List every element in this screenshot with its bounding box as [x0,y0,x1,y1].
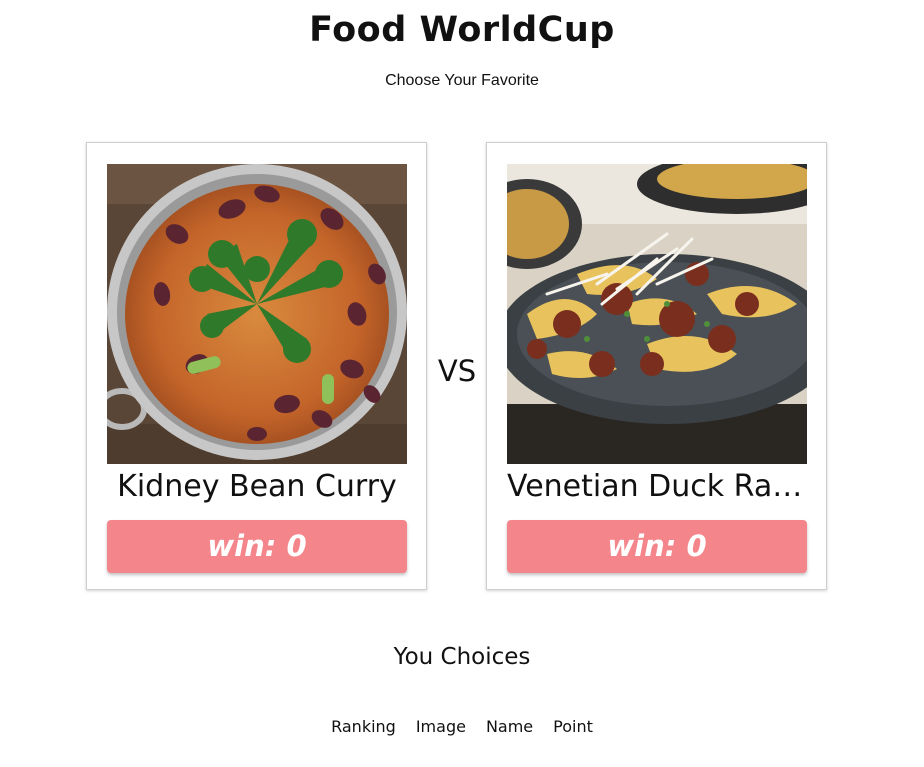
page: Food WorldCup Choose Your Favorite Kidne… [0,0,924,767]
choices-heading: You Choices [393,644,531,670]
column-point: Point [553,717,593,736]
page-title: Food WorldCup [309,10,615,50]
curry-photo-icon [107,164,407,464]
column-name: Name [485,717,534,736]
food-image-right[interactable] [507,164,807,464]
column-image: Image [415,717,466,736]
food-image-left[interactable] [107,164,407,464]
food-card-left[interactable]: Kidney Bean Curry win: 0 [86,142,427,590]
page-subtitle: Choose Your Favorite [385,72,539,89]
food-card-right[interactable]: Venetian Duck Ragu win: 0 [486,142,827,590]
win-button-right[interactable]: win: 0 [507,520,807,573]
win-button-left[interactable]: win: 0 [107,520,407,573]
choices-table-header: Ranking Image Name Point [0,717,924,736]
food-name-right: Venetian Duck Ragu [507,469,807,504]
ragu-photo-icon [507,164,807,464]
column-ranking: Ranking [331,717,396,736]
food-name-left: Kidney Bean Curry [117,469,397,504]
vs-label: VS [437,354,477,388]
